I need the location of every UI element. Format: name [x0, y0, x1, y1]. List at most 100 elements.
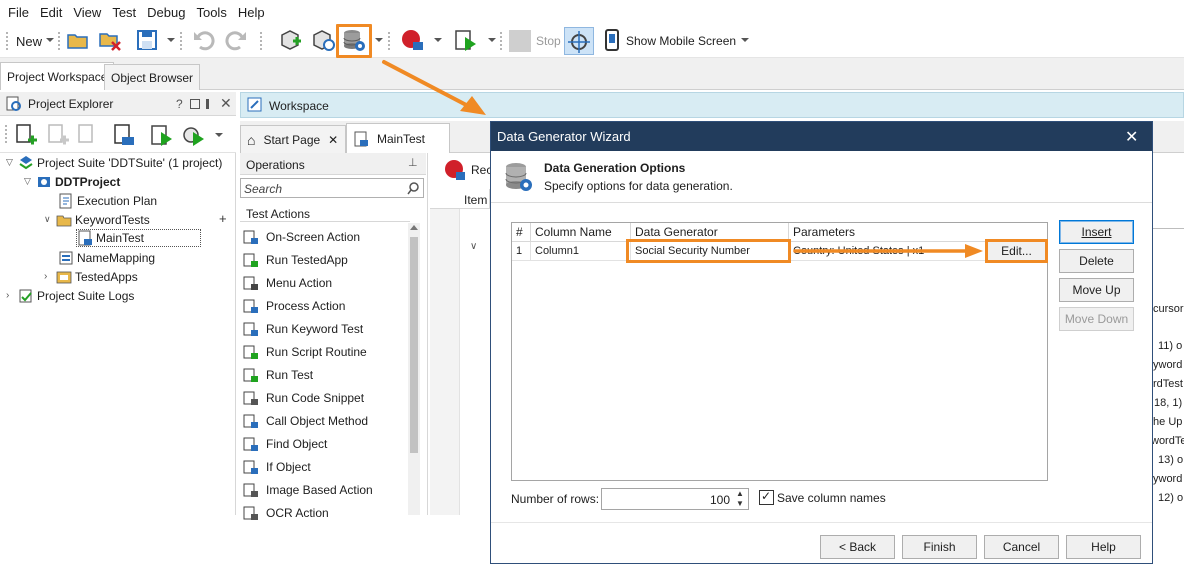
collapse-arrow-icon[interactable]: ▽ [6, 157, 18, 168]
operation-item[interactable]: Call Object Method [243, 410, 368, 432]
tree-item-project-suite-logs[interactable]: › Project Suite Logs [6, 286, 134, 305]
new-dropdown-icon[interactable] [46, 38, 54, 42]
operation-item[interactable]: OCR Action [243, 502, 329, 524]
stop-icon[interactable] [509, 30, 531, 52]
operation-item[interactable]: On-Screen Action [243, 226, 360, 248]
collapse-arrow-icon[interactable]: ▽ [24, 176, 36, 187]
tree-item-keywordtests[interactable]: ∨ KeywordTests [44, 210, 150, 229]
run-options-dropdown-icon[interactable] [215, 133, 223, 137]
run-selected-icon[interactable] [150, 123, 174, 147]
close-icon[interactable]: ✕ [220, 95, 232, 112]
operation-item[interactable]: Image Based Action [243, 479, 373, 501]
record-icon[interactable] [442, 157, 466, 181]
menu-tools[interactable]: Tools [196, 5, 226, 20]
remove-item-icon[interactable] [76, 123, 100, 147]
open-folder-icon[interactable] [66, 28, 90, 52]
tree-item-project-suite[interactable]: ▽ Project Suite 'DDTSuite' (1 project) [6, 153, 222, 172]
delete-button[interactable]: Delete [1059, 249, 1134, 273]
back-button[interactable]: < Back [820, 535, 895, 559]
toolbar-grip[interactable] [6, 32, 9, 50]
close-tab-icon[interactable]: ✕ [328, 133, 338, 147]
show-mobile-dropdown-icon[interactable] [741, 38, 749, 42]
undo-icon[interactable] [192, 28, 216, 52]
stepper-arrows-icon[interactable]: ▲ ▼ [736, 489, 744, 509]
column-header-name[interactable]: Column Name [531, 223, 631, 242]
scroll-up-icon[interactable] [410, 225, 418, 230]
tree-item-ddtproject[interactable]: ▽ DDTProject [24, 172, 120, 191]
existing-item-icon[interactable] [311, 28, 335, 52]
operations-search-input[interactable]: Search [240, 178, 424, 198]
operation-item[interactable]: Run Script Routine [243, 341, 367, 363]
menu-test[interactable]: Test [112, 5, 136, 20]
record-dropdown-icon[interactable] [434, 38, 442, 42]
toolbar-grip [58, 32, 61, 50]
save-names-checkbox[interactable]: ✓ [759, 489, 774, 505]
move-down-button[interactable]: Move Down [1059, 307, 1134, 331]
rows-stepper[interactable]: 100 ▲ ▼ [601, 488, 749, 510]
save-icon[interactable] [135, 28, 159, 52]
help-icon[interactable]: ? [176, 97, 183, 111]
close-icon[interactable]: ✕ [1125, 127, 1138, 147]
mobile-screen-icon[interactable] [600, 28, 624, 52]
menu-file[interactable]: File [8, 5, 29, 20]
scroll-thumb[interactable] [410, 237, 418, 453]
tree-item-namemapping[interactable]: NameMapping [58, 248, 155, 267]
column-header-number[interactable]: # [512, 223, 531, 242]
dialog-title-bar[interactable]: Data Generator Wizard ✕ [491, 122, 1152, 151]
operation-item[interactable]: Run Test [243, 364, 313, 386]
operation-item[interactable]: Run Keyword Test [243, 318, 363, 340]
cancel-button[interactable]: Cancel [984, 535, 1059, 559]
save-dropdown-icon[interactable] [167, 38, 175, 42]
menu-view[interactable]: View [73, 5, 101, 20]
tab-maintest[interactable]: MainTest [346, 123, 450, 153]
operation-item[interactable]: If Object [243, 456, 311, 478]
expand-arrow-icon[interactable]: › [6, 290, 18, 301]
menu-debug[interactable]: Debug [147, 5, 185, 20]
tab-project-workspace[interactable]: Project Workspace [0, 62, 115, 90]
operation-item[interactable]: Menu Action [243, 272, 332, 294]
insert-button[interactable]: Insert [1059, 220, 1134, 244]
menu-help[interactable]: Help [238, 5, 265, 20]
tree-label: Execution Plan [77, 193, 158, 208]
run-test-icon[interactable] [454, 28, 478, 52]
operation-item[interactable]: Run Code Snippet [243, 387, 364, 409]
operations-scrollbar[interactable] [408, 223, 420, 515]
show-mobile-screen-button[interactable]: Show Mobile Screen [626, 29, 736, 53]
maximize-icon[interactable] [190, 99, 200, 109]
pin-icon[interactable] [206, 99, 209, 109]
expand-arrow-icon[interactable]: › [44, 271, 56, 282]
stop-button[interactable]: Stop [536, 29, 561, 53]
add-existing-icon[interactable] [46, 123, 70, 147]
operation-item[interactable]: Find Object [243, 433, 327, 455]
pin-icon[interactable]: ⊥ [408, 156, 418, 169]
move-up-button[interactable]: Move Up [1059, 278, 1134, 302]
tab-start-page[interactable]: ⌂ Start Page ✕ [240, 125, 346, 153]
tree-item-maintest[interactable]: MainTest [76, 229, 202, 247]
run-dropdown-icon[interactable] [488, 38, 496, 42]
tree-item-testedapps[interactable]: › TestedApps [44, 267, 138, 286]
operation-item[interactable]: Process Action [243, 295, 345, 317]
run-focused-icon[interactable] [182, 123, 206, 147]
tree-item-execution-plan[interactable]: Execution Plan [58, 191, 157, 210]
operation-item[interactable]: Run TestedApp [243, 249, 348, 271]
properties-icon[interactable] [112, 123, 136, 147]
collapse-arrow-icon[interactable]: ∨ [470, 241, 477, 252]
close-project-icon[interactable] [98, 28, 122, 52]
add-item-icon[interactable] [279, 28, 303, 52]
help-button[interactable]: Help [1066, 535, 1141, 559]
add-child-icon[interactable]: + [219, 211, 227, 226]
collapse-arrow-icon[interactable]: ∨ [44, 214, 56, 225]
tab-object-browser[interactable]: Object Browser [104, 64, 201, 90]
cell-column-name[interactable]: Column1 [531, 242, 631, 261]
finish-button[interactable]: Finish [902, 535, 977, 559]
data-generator-dropdown-icon[interactable] [375, 38, 383, 42]
redo-icon[interactable] [224, 28, 248, 52]
object-spy-button[interactable] [564, 27, 594, 55]
menu-edit[interactable]: Edit [40, 5, 62, 20]
add-new-item-icon[interactable] [14, 123, 38, 147]
data-generator-icon[interactable] [342, 28, 366, 52]
test-actions-group[interactable]: Test Actions [240, 204, 410, 222]
new-button[interactable]: New [16, 29, 42, 53]
record-test-icon[interactable] [400, 28, 424, 52]
column-header-item[interactable]: Item [430, 189, 490, 209]
